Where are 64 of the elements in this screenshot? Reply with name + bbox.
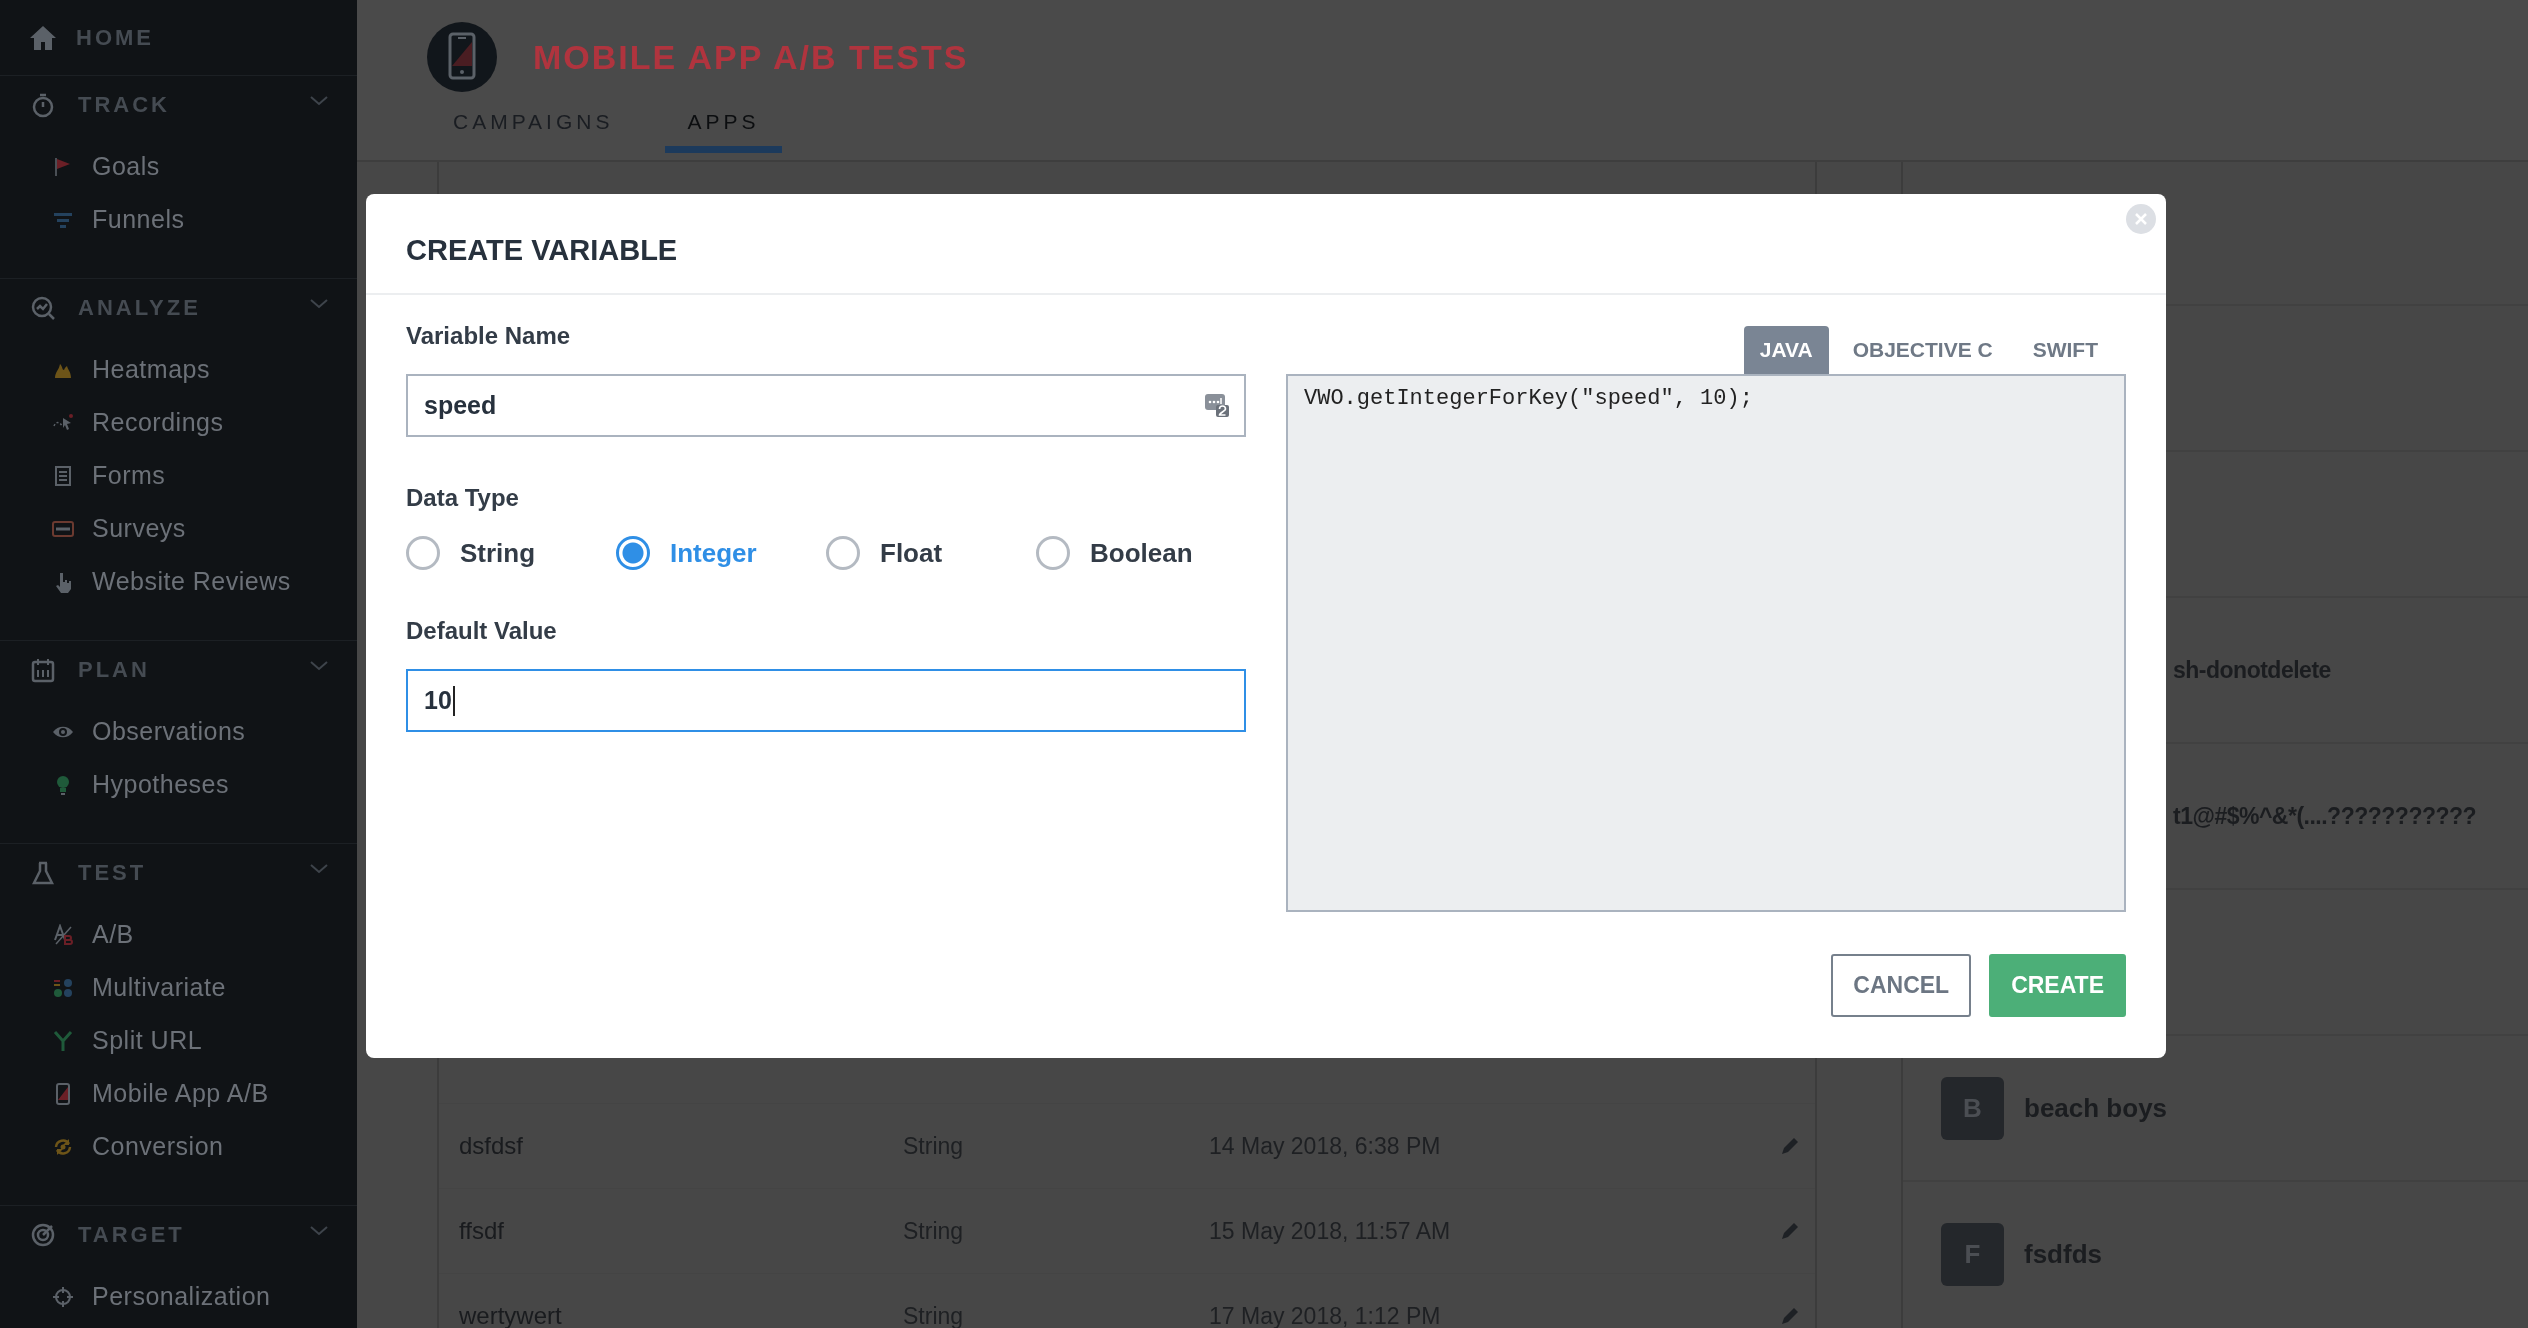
sidebar-item[interactable]: Split URL bbox=[0, 1014, 357, 1067]
calendar-icon bbox=[30, 657, 56, 683]
keyboard-badge-icon bbox=[1204, 392, 1230, 418]
radio-button[interactable] bbox=[826, 536, 860, 570]
field-label: Default Value bbox=[406, 617, 558, 645]
edit-button[interactable] bbox=[1779, 1220, 1801, 1242]
section-header[interactable]: ANALYZE bbox=[0, 279, 357, 337]
cancel-button[interactable]: CANCEL bbox=[1831, 954, 1972, 1017]
tab[interactable]: OBJECTIVE C bbox=[1836, 326, 2009, 374]
pencil-icon bbox=[1779, 1220, 1801, 1242]
input-field[interactable]: speed bbox=[406, 374, 1246, 437]
radio-button[interactable] bbox=[406, 536, 440, 570]
flask-icon bbox=[30, 860, 56, 886]
sidebar-item[interactable]: Hypotheses bbox=[0, 758, 357, 811]
tab[interactable]: APPS bbox=[665, 110, 782, 153]
home-icon bbox=[28, 23, 58, 52]
target-icon bbox=[30, 1222, 56, 1248]
crosshair-icon bbox=[52, 1285, 74, 1308]
page-title: MOBILE APP A/B TESTS bbox=[533, 37, 969, 77]
sidebar-item[interactable]: Heatmaps bbox=[0, 343, 357, 396]
sidebar-item[interactable]: Funnels bbox=[0, 193, 357, 246]
radio-button[interactable] bbox=[616, 536, 650, 570]
input-field[interactable]: 10 bbox=[406, 669, 1246, 732]
section-header[interactable]: TEST bbox=[0, 844, 357, 902]
radio-option[interactable]: Integer bbox=[616, 536, 826, 570]
sidebar-item[interactable]: Forms bbox=[0, 449, 357, 502]
form-icon bbox=[52, 464, 74, 487]
field-label: Data Type bbox=[406, 484, 520, 512]
edit-button[interactable] bbox=[1779, 1135, 1801, 1157]
sidebar-item[interactable]: Conversion bbox=[0, 1120, 357, 1173]
radio-option[interactable]: String bbox=[406, 536, 616, 570]
phone-icon bbox=[427, 22, 497, 92]
chart-magnifier-icon bbox=[30, 295, 56, 321]
sidebar-item[interactable]: Mobile App A/B bbox=[0, 1067, 357, 1120]
dialog-title: CREATE VARIABLE bbox=[406, 234, 678, 267]
sidebar-item[interactable]: Personalization bbox=[0, 1270, 357, 1323]
field-label: Variable Name bbox=[406, 322, 572, 350]
sidebar-item[interactable]: Surveys bbox=[0, 502, 357, 555]
stopwatch-icon bbox=[30, 92, 56, 118]
section-header[interactable]: PLAN bbox=[0, 641, 357, 699]
section-header[interactable]: TRACK bbox=[0, 76, 357, 134]
sidebar-item[interactable]: Recordings bbox=[0, 396, 357, 449]
close-icon bbox=[2134, 212, 2148, 226]
fork-icon bbox=[52, 1029, 74, 1052]
dots-grid-icon bbox=[52, 976, 74, 999]
tab[interactable]: SWIFT bbox=[2016, 326, 2114, 374]
edit-button[interactable] bbox=[1779, 1305, 1801, 1327]
pencil-icon bbox=[1779, 1305, 1801, 1327]
radio-button[interactable] bbox=[1036, 536, 1070, 570]
sidebar-item[interactable]: A/B bbox=[0, 908, 357, 961]
close-button[interactable] bbox=[2126, 204, 2156, 234]
create-button[interactable]: CREATE bbox=[1989, 954, 2126, 1017]
section-header[interactable]: TARGET bbox=[0, 1206, 357, 1264]
pencil-icon bbox=[1779, 1135, 1801, 1157]
sidebar-item[interactable]: Goals bbox=[0, 140, 357, 193]
sidebar-item[interactable]: Observations bbox=[0, 705, 357, 758]
radio-option[interactable]: Float bbox=[826, 536, 1036, 570]
ab-split-icon bbox=[52, 923, 74, 946]
code-text: VWO.getIntegerForKey("speed", 10); bbox=[1304, 386, 1754, 411]
radio-option[interactable]: Boolean bbox=[1036, 536, 1246, 570]
sidebar-item[interactable]: Website Reviews bbox=[0, 555, 357, 608]
tab[interactable]: JAVA bbox=[1743, 326, 1829, 374]
home-link[interactable]: HOME bbox=[0, 0, 357, 76]
sidebar-item[interactable]: Multivariate bbox=[0, 961, 357, 1014]
